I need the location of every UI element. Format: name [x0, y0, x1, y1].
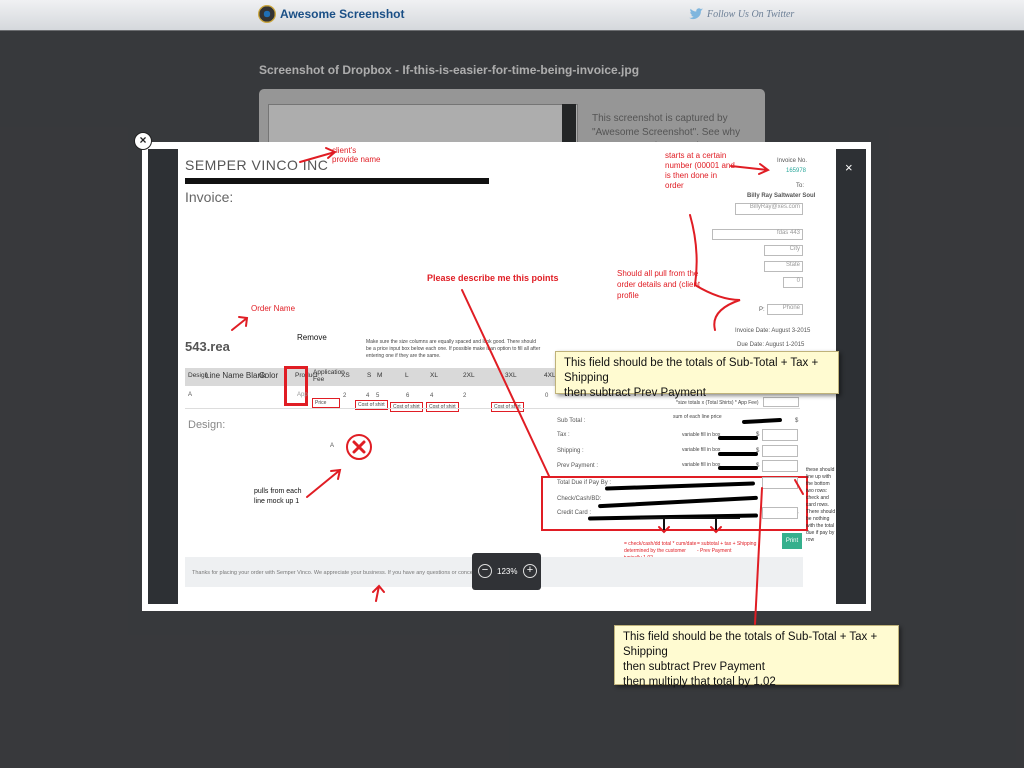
design-label: Design:	[188, 419, 226, 431]
col-2xl: 2XL	[463, 372, 475, 379]
tax-fill-note: variable fill in box	[682, 432, 721, 438]
zoom-controls: − 123% +	[472, 553, 541, 590]
col-color: Color	[259, 371, 279, 380]
col-l: L	[405, 372, 409, 379]
phone-field[interactable]: Phone	[767, 304, 803, 315]
tax-label: Tax :	[557, 432, 570, 438]
qty-m: 5	[376, 393, 380, 399]
invoice-date: Invoice Date: August 3-2015	[735, 328, 811, 334]
describe-annotation: Please describe me this points	[427, 273, 559, 283]
header-divider	[185, 178, 489, 184]
bottom-rows-annotation: these should line up with the bottom two…	[806, 467, 836, 543]
check-cash-label: Check/Cash/BD:	[557, 496, 602, 502]
invoice-number: 165978	[786, 168, 807, 174]
callout-top-line-2: then subtract Prev Payment	[564, 387, 706, 399]
viewer-close-icon[interactable]: ×	[845, 160, 853, 175]
tax-field[interactable]	[762, 429, 798, 441]
total-due-label: Total Due if Pay By :	[557, 480, 612, 486]
remove-annotation: Remove	[297, 333, 327, 342]
due-date: Due Date: August 1-2015	[737, 342, 805, 348]
zoom-in-icon[interactable]: +	[523, 564, 537, 578]
callout-bottom: This field should be the totals of Sub-T…	[614, 625, 899, 688]
callout-bottom-line-2: then subtract Prev Payment	[623, 661, 765, 673]
qty-xl: 4	[430, 393, 434, 399]
client-email-field[interactable]: BillyRay@xes.com	[735, 203, 803, 215]
remove-column-highlight	[284, 366, 308, 406]
size-columns-note: Make sure the size columns are equally s…	[366, 339, 541, 359]
company-name: SEMPER VINCO INC	[185, 157, 329, 173]
qty-2xl: 2	[463, 393, 467, 399]
callout-bottom-line-3: then multiply that total by 1.02	[623, 676, 776, 688]
cost-input-xl[interactable]: Cost of shirt	[426, 402, 459, 412]
invoice-title: Invoice:	[185, 189, 234, 205]
cost-input-3xl[interactable]: Cost of shirt	[491, 402, 524, 412]
scribble-mark	[718, 466, 758, 470]
qty-xs: 2	[343, 393, 347, 399]
zip-field[interactable]: 0	[783, 277, 803, 288]
prev-payment-field[interactable]	[762, 460, 798, 472]
to-label: To:	[796, 183, 805, 189]
callout-top: This field should be the totals of Sub-T…	[555, 351, 839, 399]
row-divider	[185, 408, 800, 409]
callout-bottom-line-1: This field should be the totals of Sub-T…	[623, 631, 878, 658]
footer-text: Thanks for placing your order with Sempe…	[192, 570, 472, 576]
shipping-label: Shipping :	[557, 448, 584, 454]
top-bar: Awesome Screenshot Follow Us On Twitter	[0, 0, 1024, 31]
design-letter: A	[330, 443, 335, 449]
invoice-number-annotation: starts at a certain number (00001 and is…	[665, 151, 735, 190]
brand-link[interactable]: Awesome Screenshot	[280, 7, 405, 21]
client-name: Billy Ray Saltwater Soul	[747, 193, 816, 199]
address-field[interactable]: fdas 443	[712, 229, 803, 240]
col-4xl: 4XL	[544, 372, 556, 379]
sum-each-line-note: sum of each line price	[673, 414, 722, 420]
col-m: M	[377, 372, 383, 379]
awesome-screenshot-logo-icon[interactable]	[258, 5, 276, 23]
col-s: S	[367, 372, 372, 379]
prev-payment-fill-note: variable fill in box	[682, 462, 721, 468]
total-due-field[interactable]	[762, 477, 798, 489]
row-app: App	[297, 392, 308, 398]
follow-twitter-link[interactable]: Follow Us On Twitter	[707, 9, 794, 20]
credit-card-label: Credit Card :	[557, 510, 592, 516]
order-name-annotation: Order Name	[251, 304, 296, 313]
col-xl: XL	[430, 372, 438, 379]
twitter-bird-icon[interactable]	[688, 6, 704, 22]
remove-x-icon[interactable]	[345, 433, 373, 461]
callout-top-line-1: This field should be the totals of Sub-T…	[564, 357, 819, 384]
qty-l: 6	[406, 393, 410, 399]
pulls-from-annotation: pulls from each line mock up 1	[254, 488, 302, 505]
prev-payment-label: Prev Payment :	[557, 463, 599, 469]
credit-card-field[interactable]	[762, 507, 798, 519]
state-field[interactable]: State	[764, 261, 803, 272]
shipping-fill-note: variable fill in box	[682, 447, 721, 453]
price-input[interactable]: Price	[312, 398, 340, 408]
row-design: A	[188, 392, 193, 398]
qty-4xl: 0	[545, 393, 549, 399]
subtotal-dollar: $	[795, 418, 799, 424]
pull-annotation: Should all pull from the order details a…	[617, 269, 701, 300]
col-xs: XS	[341, 372, 350, 379]
print-button[interactable]: Print	[782, 533, 802, 549]
col-3xl: 3XL	[505, 372, 517, 379]
scribble-mark	[718, 452, 758, 456]
zoom-out-icon[interactable]: −	[478, 564, 492, 578]
invoice-no-label: Invoice No.	[777, 158, 808, 164]
qty-s: 4	[366, 393, 370, 399]
close-modal-icon[interactable]: ×	[134, 132, 152, 150]
client-name-annotation: client's provide name	[332, 146, 381, 164]
subtotal-label: Sub Total :	[557, 418, 586, 424]
order-name-value: 543.rea	[185, 339, 230, 354]
shipping-field[interactable]	[762, 445, 798, 457]
city-field[interactable]: City	[764, 245, 803, 256]
phone-prefix: P:	[759, 307, 765, 313]
subtotal-annotation: = subtotal + tax + Shipping - Prev Payme…	[697, 541, 757, 554]
scribble-mark	[718, 436, 758, 440]
col-line-name: Line Name Blank	[205, 371, 266, 380]
col-application-fee: Application Fee	[313, 369, 345, 383]
zoom-level: 123%	[497, 567, 518, 576]
cost-input-l[interactable]: Cost of shirt	[390, 402, 423, 412]
